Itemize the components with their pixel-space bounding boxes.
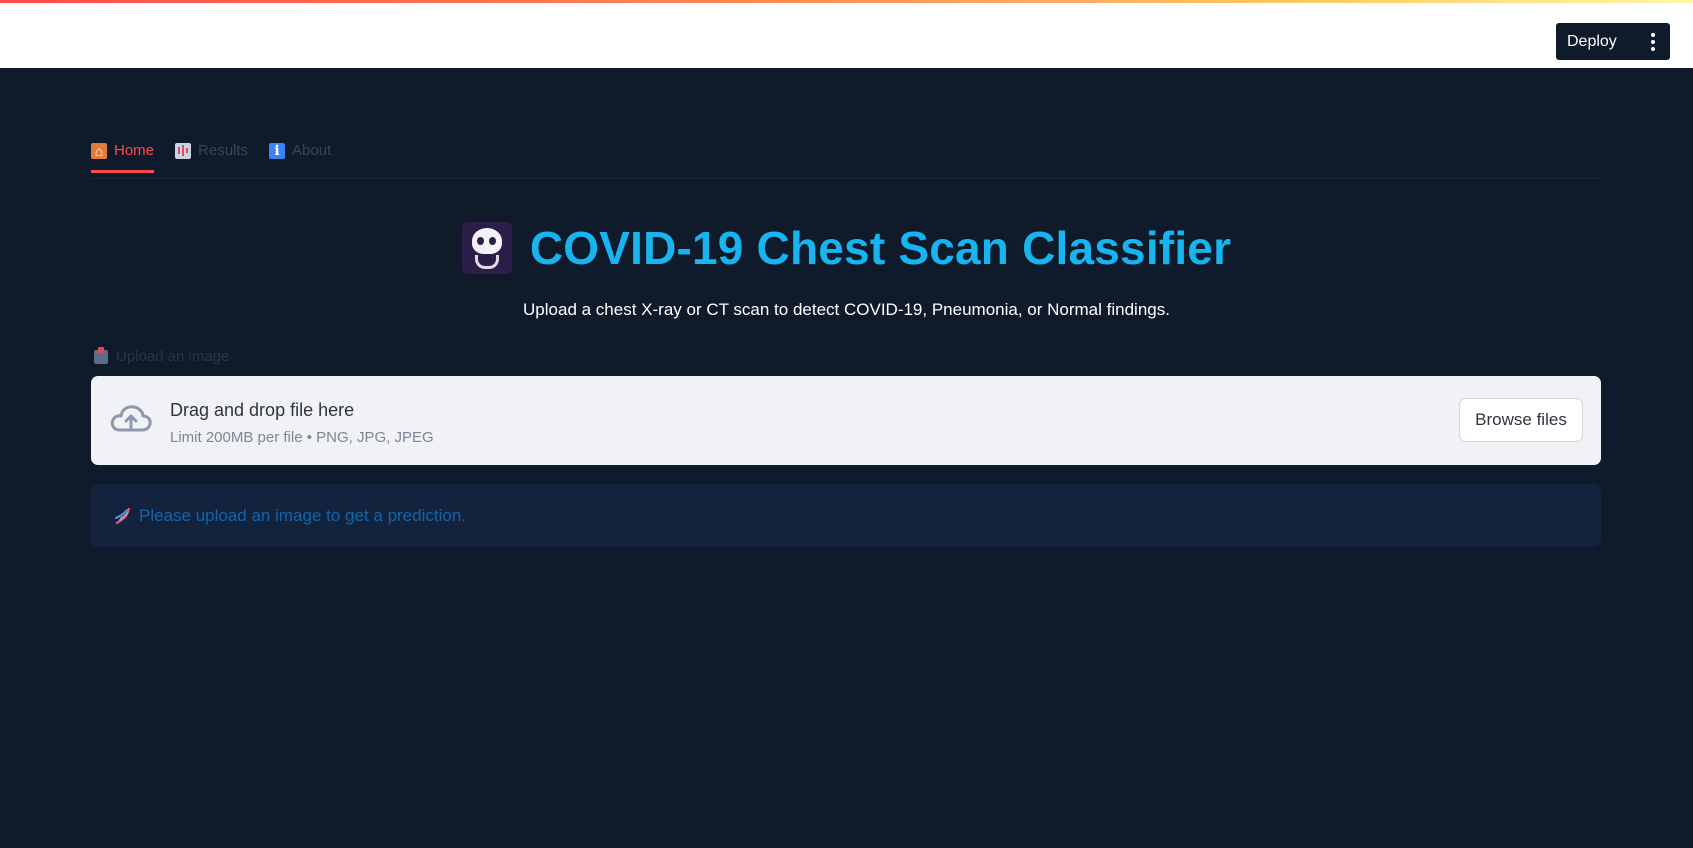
upload-label-text: Upload an image — [116, 348, 230, 365]
header-gradient-line — [0, 0, 1693, 3]
deploy-toolbar: Deploy — [1556, 23, 1670, 60]
tab-about-label: About — [292, 142, 332, 159]
tab-results[interactable]: Results — [175, 142, 248, 173]
main-menu-button[interactable] — [1636, 23, 1670, 60]
tab-home-label: Home — [114, 142, 155, 159]
info-alert: Please upload an image to get a predicti… — [91, 484, 1601, 547]
tab-about[interactable]: i About — [269, 142, 331, 173]
info-icon: i — [269, 142, 286, 159]
dropzone-limits: Limit 200MB per file • PNG, JPG, JPEG — [170, 429, 434, 446]
page-title: COVID-19 Chest Scan Classifier — [529, 222, 1232, 274]
cloud-upload-icon — [110, 405, 152, 432]
info-message: Please upload an image to get a predicti… — [139, 505, 467, 525]
file-dropzone[interactable]: Drag and drop file here Limit 200MB per … — [91, 376, 1601, 465]
house-icon: ⌂ — [91, 142, 107, 159]
dropzone-title: Drag and drop file here — [170, 400, 355, 420]
deploy-button[interactable]: Deploy — [1556, 33, 1636, 51]
kebab-vertical-icon — [1651, 32, 1655, 51]
page-title-row: COVID-19 Chest Scan Classifier — [0, 218, 1693, 278]
xray-skull-icon — [461, 222, 512, 274]
tab-results-label: Results — [198, 142, 249, 159]
tab-bar: ⌂ Home Results i About — [91, 72, 1601, 180]
browse-files-button[interactable]: Browse files — [1459, 398, 1583, 442]
bar-chart-icon — [175, 142, 192, 159]
tab-home[interactable]: ⌂ Home — [91, 142, 155, 173]
inbox-tray-icon — [94, 346, 108, 364]
dna-icon — [115, 507, 131, 524]
tab-divider — [91, 178, 1601, 179]
page-subtitle: Upload a chest X-ray or CT scan to detec… — [523, 300, 1170, 319]
upload-label: Upload an image — [94, 346, 230, 365]
app-header: Deploy — [0, 0, 1693, 68]
